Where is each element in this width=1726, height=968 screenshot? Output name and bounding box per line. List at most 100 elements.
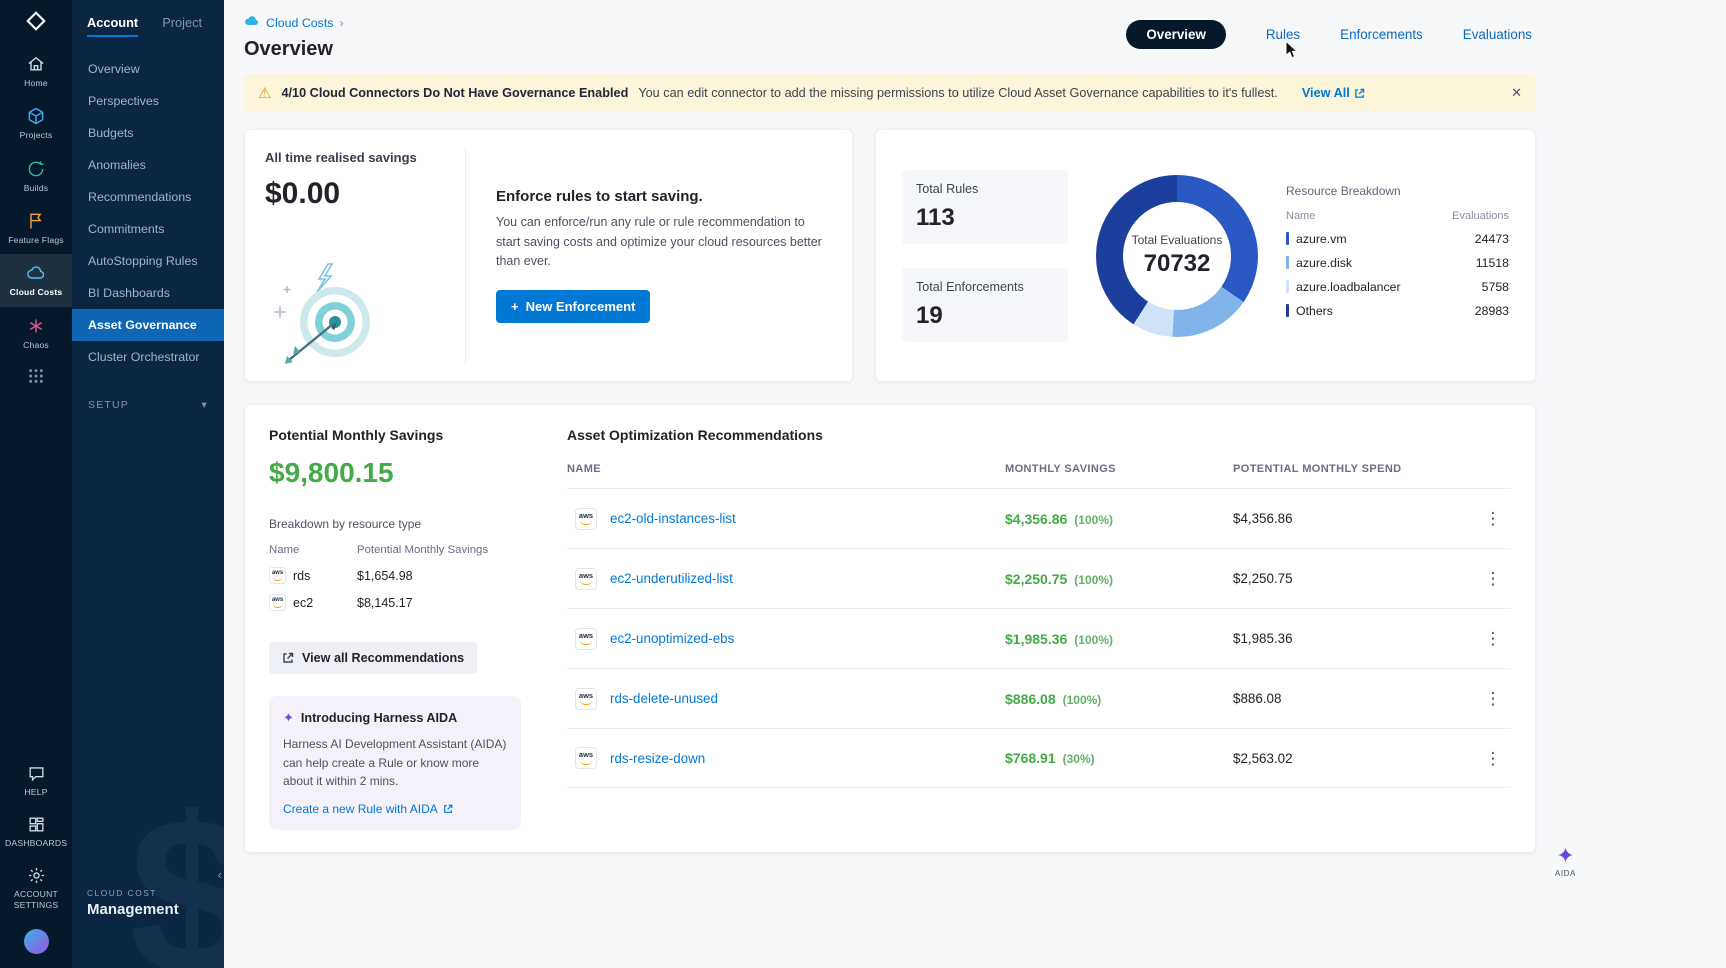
potential-name-col: Name <box>269 544 357 556</box>
rail-item-account-settings[interactable]: ACCOUNT SETTINGS <box>0 857 72 919</box>
aida-panel: ✦ Introducing Harness AIDA Harness AI De… <box>269 696 521 830</box>
aws-icon: aws <box>269 594 286 611</box>
rail-item-label: Projects <box>20 130 53 140</box>
breadcrumb[interactable]: Cloud Costs › <box>244 14 344 31</box>
rail-item-dashboards[interactable]: DASHBOARDS <box>0 806 72 857</box>
aws-icon: aws <box>269 567 286 584</box>
external-link-icon <box>443 804 453 814</box>
rail-item-home[interactable]: Home <box>0 45 72 97</box>
rail-item-cloud-costs[interactable]: Cloud Costs <box>0 254 72 306</box>
sidebar-item-autostopping-rules[interactable]: AutoStopping Rules <box>72 245 224 277</box>
view-all-recommendations-label: View all Recommendations <box>302 651 464 665</box>
monthly-savings-value: $2,250.75 <box>1005 571 1067 587</box>
kebab-menu-icon[interactable]: ⋮ <box>1475 570 1511 587</box>
kebab-menu-icon[interactable]: ⋮ <box>1475 510 1511 527</box>
breakdown-name-col: Name <box>1286 210 1315 222</box>
dashboards-icon <box>27 815 46 834</box>
kebab-menu-icon[interactable]: ⋮ <box>1475 750 1511 767</box>
breakdown-name: azure.loadbalancer <box>1296 280 1401 294</box>
potential-table-header: Name Potential Monthly Savings <box>269 544 531 562</box>
sidebar-item-perspectives[interactable]: Perspectives <box>72 85 224 117</box>
rail-item-module-grid[interactable] <box>0 359 72 393</box>
sidebar-item-bi-dashboards[interactable]: BI Dashboards <box>72 277 224 309</box>
sidebar-item-commitments[interactable]: Commitments <box>72 213 224 245</box>
potential-spend-value: $2,250.75 <box>1233 571 1475 586</box>
rail-item-builds[interactable]: Builds <box>0 150 72 202</box>
monthly-savings-value: $4,356.86 <box>1005 511 1067 527</box>
view-all-recommendations-button[interactable]: View all Recommendations <box>269 642 477 674</box>
aida-sparkle-icon: ✦ <box>1556 845 1574 867</box>
sidebar-item-cluster-orchestrator[interactable]: Cluster Orchestrator <box>72 341 224 373</box>
close-icon[interactable]: ✕ <box>1511 85 1522 101</box>
tab-rules[interactable]: Rules <box>1266 27 1300 42</box>
total-rules-box: Total Rules 113 <box>902 170 1068 244</box>
donut-center-label: Total Evaluations <box>1132 233 1223 247</box>
new-enforcement-button[interactable]: + New Enforcement <box>496 290 650 323</box>
potential-spend-value: $886.08 <box>1233 691 1475 706</box>
rail-item-projects[interactable]: Projects <box>0 97 72 149</box>
kebab-menu-icon[interactable]: ⋮ <box>1475 630 1511 647</box>
home-icon <box>26 54 46 74</box>
aws-icon: aws <box>575 628 597 650</box>
resource-name: ec2 <box>293 596 313 610</box>
rail-item-label: Builds <box>24 183 49 193</box>
resource-breakdown: Resource Breakdown Name Evaluations azur… <box>1286 184 1509 328</box>
total-enforcements-label: Total Enforcements <box>916 280 1054 294</box>
stat-column: Total Rules 113 Total Enforcements 19 <box>902 170 1068 342</box>
savings-percent: (100%) <box>1074 513 1113 527</box>
rail-item-chaos[interactable]: Chaos <box>0 307 72 359</box>
view-all-link[interactable]: View All <box>1302 86 1365 100</box>
tab-enforcements[interactable]: Enforcements <box>1340 27 1423 42</box>
grid-icon <box>28 368 44 384</box>
enforce-block: Enforce rules to start saving. You can e… <box>466 130 852 381</box>
donut-center: Total Evaluations 70732 <box>1096 175 1258 337</box>
projects-icon <box>26 106 46 126</box>
page-content: Cloud Costs › Overview Overview Rules En… <box>244 14 1536 853</box>
sidebar-item-asset-governance[interactable]: Asset Governance <box>72 309 224 341</box>
total-rules-label: Total Rules <box>916 182 1054 196</box>
recommendation-link[interactable]: rds-resize-down <box>610 751 705 766</box>
scope-tab-account[interactable]: Account <box>87 15 138 37</box>
breadcrumb-link[interactable]: Cloud Costs <box>266 16 334 30</box>
potential-row: aws rds $1,654.98 <box>269 562 531 589</box>
col-potential-spend: POTENTIAL MONTHLY SPEND <box>1233 463 1475 475</box>
tab-evaluations[interactable]: Evaluations <box>1463 27 1532 42</box>
chaos-icon <box>26 316 46 336</box>
recommendations-table-header: NAME MONTHLY SAVINGS POTENTIAL MONTHLY S… <box>567 443 1511 488</box>
sidebar-item-budgets[interactable]: Budgets <box>72 117 224 149</box>
sidebar-item-recommendations[interactable]: Recommendations <box>72 181 224 213</box>
table-row: aws ec2-old-instances-list $4,356.86(100… <box>567 488 1511 548</box>
legend-swatch <box>1286 232 1289 245</box>
recommendation-link[interactable]: ec2-underutilized-list <box>610 571 733 586</box>
tab-overview[interactable]: Overview <box>1126 20 1226 49</box>
cloud-costs-icon <box>26 263 46 283</box>
aws-icon: aws <box>575 747 597 769</box>
recommendation-link[interactable]: ec2-old-instances-list <box>610 511 736 526</box>
breakdown-row: azure.loadbalancer 5758 <box>1286 280 1509 294</box>
rail-item-feature-flags[interactable]: Feature Flags <box>0 202 72 254</box>
user-avatar[interactable] <box>24 929 49 954</box>
aida-create-rule-link[interactable]: Create a new Rule with AIDA <box>283 802 453 816</box>
enforce-body: You can enforce/run any rule or rule rec… <box>496 213 822 271</box>
kebab-menu-icon[interactable]: ⋮ <box>1475 690 1511 707</box>
sidebar-setup-toggle[interactable]: SETUP ▾ <box>72 373 224 411</box>
col-monthly-savings: MONTHLY SAVINGS <box>1005 463 1233 475</box>
scope-tab-project[interactable]: Project <box>162 15 202 37</box>
recommendation-link[interactable]: rds-delete-unused <box>610 691 718 706</box>
breakdown-name: azure.disk <box>1296 256 1352 270</box>
harness-logo-icon[interactable] <box>25 10 47 35</box>
aida-fab-button[interactable]: ✦ AIDA <box>1555 845 1576 878</box>
sidebar-collapse-handle[interactable]: ‹ <box>218 867 222 882</box>
aida-title: Introducing Harness AIDA <box>301 711 457 725</box>
total-rules-value: 113 <box>916 204 1054 232</box>
sidebar-item-overview[interactable]: Overview <box>72 53 224 85</box>
view-all-label: View All <box>1302 86 1350 100</box>
breakdown-row: azure.vm 24473 <box>1286 232 1509 246</box>
total-enforcements-value: 19 <box>916 302 1054 330</box>
rail-item-help[interactable]: HELP <box>0 755 72 806</box>
breakdown-value: 24473 <box>1475 232 1509 246</box>
sidebar-item-anomalies[interactable]: Anomalies <box>72 149 224 181</box>
recommendation-link[interactable]: ec2-unoptimized-ebs <box>610 631 734 646</box>
plus-icon: + <box>511 299 519 314</box>
savings-percent: (100%) <box>1074 573 1113 587</box>
